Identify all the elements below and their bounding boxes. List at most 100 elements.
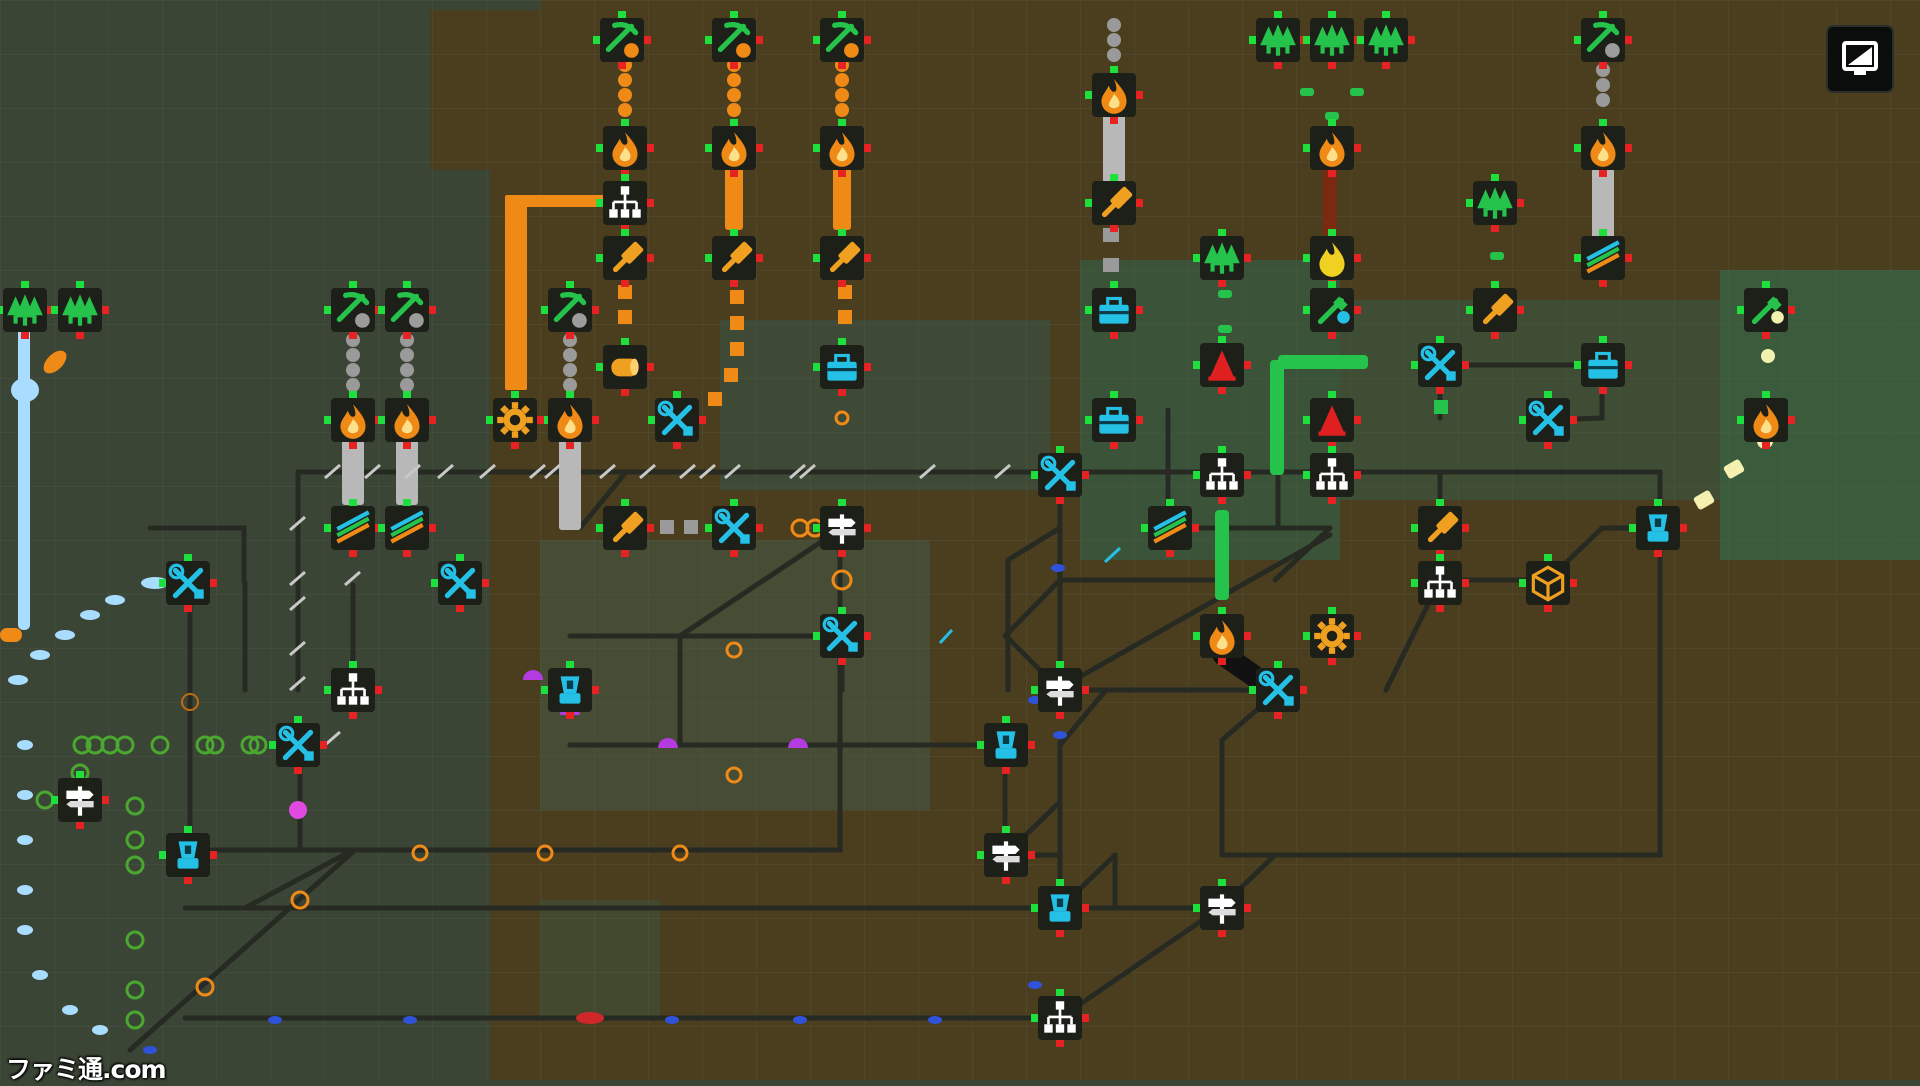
building-forge-mid[interactable] (1085, 174, 1143, 232)
building-smelter-orange-3[interactable] (813, 119, 871, 177)
building-workshop-9[interactable] (1411, 336, 1469, 394)
building-workshop-8[interactable] (1249, 661, 1307, 719)
building-mixer-4[interactable] (1031, 879, 1089, 937)
flame-icon (1753, 404, 1779, 439)
input-port (1466, 199, 1473, 207)
building-workshop-6[interactable] (813, 607, 871, 665)
building-cone-2[interactable] (1303, 391, 1361, 449)
building-smelter-far-right[interactable] (1737, 391, 1795, 449)
building-sorter-2[interactable] (378, 499, 436, 557)
pickaxe-icon (390, 291, 424, 328)
building-junction-left[interactable] (51, 771, 109, 829)
building-mine-stone-2[interactable] (378, 281, 436, 339)
building-lumber-4[interactable] (1193, 229, 1251, 287)
building-sorter-1[interactable] (324, 499, 382, 557)
input-port (324, 306, 331, 314)
building-assembler[interactable] (1519, 554, 1577, 612)
input-port (431, 579, 438, 587)
building-smelter-mid[interactable] (1085, 66, 1143, 124)
building-splitter-4[interactable] (1411, 554, 1469, 612)
building-forge-2[interactable] (705, 229, 763, 287)
building-lumber-1[interactable] (1249, 11, 1307, 69)
building-forge-right[interactable] (1466, 281, 1524, 339)
bottom-port (1274, 712, 1282, 719)
building-forge-5[interactable] (1411, 499, 1469, 557)
building-packer-right[interactable] (1574, 336, 1632, 394)
building-packer-mid-1[interactable] (1085, 281, 1143, 339)
building-mine-stone-3[interactable] (541, 281, 599, 339)
building-splitter-1[interactable] (324, 661, 382, 719)
pickaxe-icon (717, 21, 751, 58)
building-smelter-stone-1[interactable] (324, 391, 382, 449)
building-lumber-3[interactable] (1357, 11, 1415, 69)
factory-map[interactable] (0, 0, 1920, 1080)
building-splitter-top-orange[interactable] (596, 174, 654, 232)
bottom-port (184, 605, 192, 612)
flame-icon (829, 132, 855, 167)
building-kiln-1[interactable] (1303, 229, 1361, 287)
building-smelter-right[interactable] (1574, 119, 1632, 177)
building-smelter-stone-2[interactable] (378, 391, 436, 449)
building-smelter-wood[interactable] (1303, 119, 1361, 177)
input-port (378, 524, 385, 532)
output-port (756, 36, 763, 44)
output-port (102, 796, 109, 804)
building-sorter-3[interactable] (1141, 499, 1199, 557)
building-mine-orange-3[interactable] (813, 11, 871, 69)
building-splitter-2[interactable] (1193, 446, 1251, 504)
top-port (1599, 11, 1607, 18)
bottom-port (730, 280, 738, 287)
bottom-port (621, 280, 629, 287)
building-lumber-left-2[interactable] (51, 281, 109, 339)
building-splitter-3[interactable] (1303, 446, 1361, 504)
building-workshop-2[interactable] (705, 499, 763, 557)
building-packer-top[interactable] (813, 338, 871, 396)
building-mine-orange-1[interactable] (593, 11, 651, 69)
top-port (349, 661, 357, 668)
building-workshop-1[interactable] (648, 391, 706, 449)
building-smelter-low[interactable] (1193, 607, 1251, 665)
building-junction-2[interactable] (1031, 661, 1089, 719)
screen-toggle-button[interactable] (1826, 25, 1894, 93)
building-mine-teal[interactable] (1303, 281, 1361, 339)
building-mine-stone-1[interactable] (324, 281, 382, 339)
building-workshop-10[interactable] (1519, 391, 1577, 449)
building-forge-3[interactable] (813, 229, 871, 287)
building-mine-top-right[interactable] (1574, 11, 1632, 69)
building-workshop-7[interactable] (269, 716, 327, 774)
building-gear-press-2[interactable] (1303, 607, 1361, 665)
building-mixer-right[interactable] (1629, 499, 1687, 557)
building-forge-4[interactable] (596, 499, 654, 557)
building-mixer-3[interactable] (977, 716, 1035, 774)
building-splitter-bottom[interactable] (1031, 989, 1089, 1047)
bottom-port (838, 62, 846, 69)
building-lumber-2[interactable] (1303, 11, 1361, 69)
input-port (596, 254, 603, 262)
building-gear-press-1[interactable] (486, 391, 544, 449)
building-workshop-4[interactable] (159, 554, 217, 612)
building-smelter-stone-3[interactable] (541, 391, 599, 449)
building-cone-1[interactable] (1193, 336, 1251, 394)
screen-toggle-icon (1842, 41, 1878, 75)
split-icon (609, 186, 641, 218)
building-mixer-2[interactable] (159, 826, 217, 884)
building-mine-orange-2[interactable] (705, 11, 763, 69)
building-junction-3[interactable] (977, 826, 1035, 884)
top-port (1599, 336, 1607, 343)
building-workshop-5[interactable] (1031, 446, 1089, 504)
hammer-icon (612, 241, 644, 273)
building-sorter-right[interactable] (1574, 229, 1632, 287)
building-packer-mid-2[interactable] (1085, 391, 1143, 449)
building-junction-1[interactable] (813, 499, 871, 557)
top-port (1436, 499, 1444, 506)
building-mine-right-edge[interactable] (1737, 281, 1795, 339)
building-barrel-press[interactable] (596, 338, 654, 396)
building-lumber-left-1[interactable] (0, 281, 54, 339)
building-forge-1[interactable] (596, 229, 654, 287)
building-workshop-3[interactable] (431, 554, 489, 612)
building-smelter-orange-2[interactable] (705, 119, 763, 177)
building-lumber-5[interactable] (1466, 174, 1524, 232)
building-junction-4[interactable] (1193, 879, 1251, 937)
building-mixer-1[interactable] (541, 661, 599, 719)
building-smelter-orange-1[interactable] (596, 119, 654, 177)
